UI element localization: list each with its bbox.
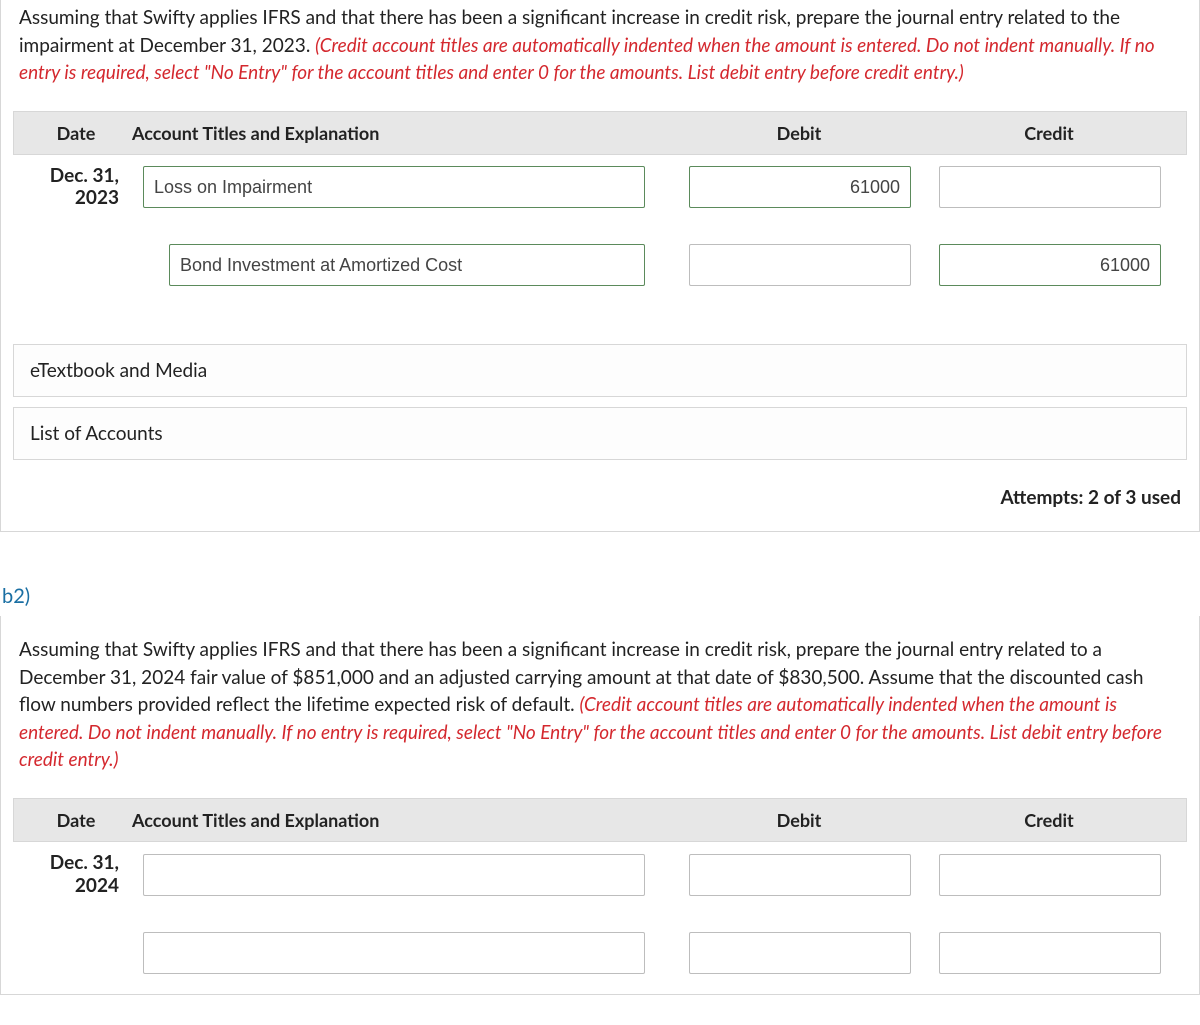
account-title-input[interactable] [143,932,645,974]
table-row [13,234,1187,296]
question-part-b2: Assuming that Swifty applies IFRS and th… [0,616,1200,994]
credit-input[interactable] [939,932,1161,974]
debit-input[interactable] [689,854,911,896]
debit-input[interactable] [689,244,911,286]
debit-input[interactable] [689,932,911,974]
header-account: Account Titles and Explanation [126,809,674,831]
date-cell: Dec. 31, 2023 [25,165,125,211]
debit-input[interactable] [689,166,911,208]
journal-entry-table-b2: Date Account Titles and Explanation Debi… [13,798,1187,984]
journal-entry-table-b1: Date Account Titles and Explanation Debi… [13,111,1187,297]
instructions-b2: Assuming that Swifty applies IFRS and th… [1,616,1199,792]
table-row: Dec. 31, 2024 [13,842,1187,908]
part-label-b2: b2) [0,566,1200,616]
header-account: Account Titles and Explanation [126,122,674,144]
table-row: Dec. 31, 2023 [13,155,1187,221]
account-title-input[interactable] [143,166,645,208]
instructions-b1: Assuming that Swifty applies IFRS and th… [1,0,1199,105]
account-title-input[interactable] [169,244,645,286]
question-part-b1: Assuming that Swifty applies IFRS and th… [0,0,1200,532]
header-debit: Debit [674,809,924,831]
credit-input[interactable] [939,854,1161,896]
header-date: Date [26,122,126,144]
credit-input[interactable] [939,244,1161,286]
list-of-accounts-link[interactable]: List of Accounts [13,407,1187,460]
credit-input[interactable] [939,166,1161,208]
header-credit: Credit [924,122,1174,144]
date-cell: Dec. 31, 2024 [25,852,125,898]
etextbook-and-media-link[interactable]: eTextbook and Media [13,344,1187,397]
header-debit: Debit [674,122,924,144]
attempts-counter: Attempts: 2 of 3 used [1,470,1199,531]
table-header-row: Date Account Titles and Explanation Debi… [13,111,1187,155]
table-header-row: Date Account Titles and Explanation Debi… [13,798,1187,842]
header-credit: Credit [924,809,1174,831]
account-title-input[interactable] [143,854,645,896]
header-date: Date [26,809,126,831]
table-row [13,922,1187,984]
